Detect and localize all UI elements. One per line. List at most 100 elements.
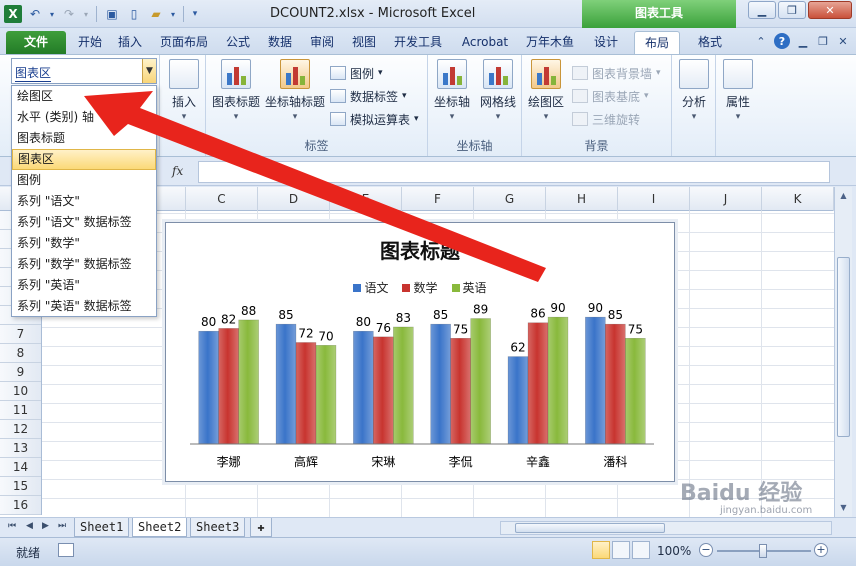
help-icon[interactable]: ? <box>774 33 790 49</box>
row-header[interactable]: 11 <box>0 401 41 420</box>
chart-floor-button[interactable]: 图表基底 ▾ <box>572 86 649 106</box>
chart-elements-selector[interactable]: 图表区 ▼ <box>11 58 157 84</box>
legend-entry[interactable]: 语文 <box>353 279 388 296</box>
row-header[interactable]: 10 <box>0 382 41 401</box>
bar-英语-辛鑫[interactable] <box>547 316 569 445</box>
bar-数学-李娜[interactable] <box>218 328 239 445</box>
close-icon[interactable]: ✕ <box>808 1 852 19</box>
tab-file[interactable]: 文件 <box>6 31 66 54</box>
sheet-tab-sheet2[interactable]: Sheet2 <box>132 518 188 537</box>
tab-acrobat[interactable]: Acrobat <box>454 31 516 54</box>
zoom-in-icon[interactable]: + <box>814 543 828 557</box>
data-label[interactable]: 70 <box>318 329 333 343</box>
3d-rotation-button[interactable]: 三维旋转 <box>572 109 640 129</box>
tab-format[interactable]: 格式 <box>688 31 732 54</box>
row-header[interactable]: 14 <box>0 458 41 477</box>
data-label[interactable]: 90 <box>588 303 603 315</box>
row-header[interactable]: 7 <box>0 325 41 344</box>
restore-icon[interactable]: ❐ <box>778 1 806 19</box>
new-document-icon[interactable]: ▯ <box>125 5 143 23</box>
save-icon[interactable]: ▣ <box>103 5 121 23</box>
chart-wall-button[interactable]: 图表背景墙 ▾ <box>572 63 661 83</box>
row-header[interactable]: 12 <box>0 420 41 439</box>
scroll-down-icon[interactable]: ▼ <box>837 501 850 515</box>
chart-element-option[interactable]: 水平 (类别) 轴 <box>12 107 156 128</box>
tab-page-layout[interactable]: 页面布局 <box>154 31 214 54</box>
horizontal-scrollbar[interactable] <box>500 521 832 535</box>
redo-icon[interactable]: ↷ <box>60 5 78 23</box>
bar-英语-高辉[interactable] <box>315 345 337 445</box>
open-dropdown-icon[interactable]: ▾ <box>169 5 177 23</box>
data-label[interactable]: 80 <box>201 315 216 329</box>
row-header[interactable]: 15 <box>0 477 41 496</box>
column-header[interactable]: K <box>762 187 834 211</box>
data-label[interactable]: 90 <box>550 303 565 315</box>
legend-button[interactable]: 图例 ▾ <box>330 63 383 83</box>
normal-view-icon[interactable] <box>592 541 610 559</box>
bar-数学-宋琳[interactable] <box>373 336 394 445</box>
data-label[interactable]: 80 <box>356 315 371 329</box>
data-label[interactable]: 62 <box>510 341 525 355</box>
data-label[interactable]: 85 <box>433 308 448 322</box>
bar-语文-李侃[interactable] <box>430 323 451 445</box>
data-label[interactable]: 76 <box>376 321 391 335</box>
undo-icon[interactable]: ↶ <box>26 5 44 23</box>
chart-element-option[interactable]: 图表标题 <box>12 128 156 149</box>
last-sheet-icon[interactable]: ⏭ <box>58 521 66 531</box>
data-label[interactable]: 88 <box>241 304 256 318</box>
bar-数学-李侃[interactable] <box>450 338 471 445</box>
vertical-scrollbar[interactable]: ▲ ▼ <box>834 187 852 517</box>
insert-sheet-icon[interactable]: ✚ <box>250 518 272 537</box>
chart-element-option[interactable]: 系列 "数学" <box>12 233 156 254</box>
bar-数学-潘科[interactable] <box>605 323 626 445</box>
tab-layout[interactable]: 布局 <box>634 31 680 54</box>
bar-语文-辛鑫[interactable] <box>507 356 529 445</box>
legend-entry[interactable]: 英语 <box>451 279 487 296</box>
sheet-tab-sheet3[interactable]: Sheet3 <box>190 518 246 537</box>
chart-title-button[interactable]: 图表标题 ▾ <box>208 59 264 122</box>
excel-logo-icon[interactable]: X <box>4 5 22 23</box>
chart-title[interactable]: 图表标题 <box>166 235 674 264</box>
bar-语文-高辉[interactable] <box>275 323 297 445</box>
data-label[interactable]: 75 <box>628 322 643 336</box>
chart-legend[interactable]: 语文 数学 英语 <box>166 279 674 296</box>
data-label[interactable]: 82 <box>221 312 236 326</box>
sheet-tab-sheet1[interactable]: Sheet1 <box>74 518 130 537</box>
chart-element-option[interactable]: 系列 "英语" 数据标签 <box>12 296 156 317</box>
zoom-slider-thumb[interactable] <box>759 544 767 558</box>
tab-design[interactable]: 设计 <box>586 31 626 54</box>
collapse-ribbon-icon[interactable]: ⌃ <box>754 34 768 48</box>
bar-语文-李娜[interactable] <box>198 330 219 445</box>
plot-area-button[interactable]: 绘图区 ▾ <box>518 59 574 122</box>
column-header[interactable]: C <box>186 187 258 211</box>
chart-element-option[interactable]: 图例 <box>12 170 156 191</box>
bar-语文-宋琳[interactable] <box>353 330 374 445</box>
bar-英语-宋琳[interactable] <box>393 326 414 445</box>
zoom-level[interactable]: 100% <box>657 544 691 558</box>
column-header[interactable]: J <box>690 187 762 211</box>
redo-dropdown-icon[interactable]: ▾ <box>82 5 90 23</box>
axis-titles-button[interactable]: 坐标轴标题 ▾ <box>264 59 326 122</box>
page-break-view-icon[interactable] <box>632 541 650 559</box>
chart-element-option[interactable]: 系列 "语文" <box>12 191 156 212</box>
chart-element-option[interactable]: 图表区 <box>12 149 156 170</box>
open-folder-icon[interactable]: ▰ <box>147 5 165 23</box>
page-layout-view-icon[interactable] <box>612 541 630 559</box>
data-label[interactable]: 85 <box>608 308 623 322</box>
data-table-button[interactable]: 模拟运算表 ▾ <box>330 109 419 129</box>
insert-function-icon[interactable]: fx <box>172 164 183 178</box>
data-label[interactable]: 83 <box>396 311 411 325</box>
scroll-up-icon[interactable]: ▲ <box>837 189 850 203</box>
horizontal-scroll-thumb[interactable] <box>515 523 665 533</box>
data-label[interactable]: 85 <box>278 308 293 322</box>
data-label[interactable]: 72 <box>298 326 313 340</box>
customize-toolbar-icon[interactable]: ▾ <box>190 5 200 23</box>
tab-formulas[interactable]: 公式 <box>220 31 256 54</box>
data-label[interactable]: 86 <box>530 307 545 321</box>
chevron-down-icon[interactable]: ▼ <box>142 59 156 83</box>
chart-element-option[interactable]: 系列 "英语" <box>12 275 156 296</box>
bar-数学-高辉[interactable] <box>295 342 317 445</box>
column-header[interactable]: H <box>546 187 618 211</box>
tab-home[interactable]: 开始 <box>72 31 108 54</box>
tab-developer[interactable]: 开发工具 <box>388 31 448 54</box>
